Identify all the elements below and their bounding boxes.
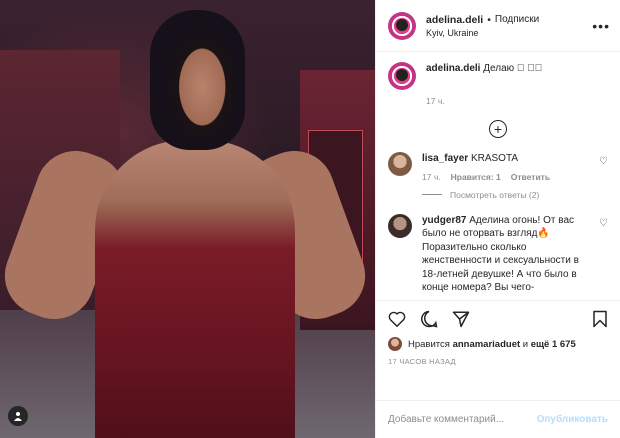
posted-time: 17 ЧАСОВ НАЗАД: [388, 357, 456, 366]
post-sidebar: adelina.deli • Подписки Kyiv, Ukraine ••…: [375, 0, 620, 438]
caption-text: Делаю ⃝ ⃝⃝: [483, 63, 543, 74]
comment-icon[interactable]: [420, 310, 438, 331]
comment-like-heart-icon[interactable]: ♡: [599, 218, 608, 229]
comments-list: adelina.deli Делаю ⃝ ⃝⃝ 17 ч. + lisa_fay…: [376, 52, 620, 300]
comment-meta: 17 ч. Нравится: 1 Ответить: [422, 172, 550, 182]
comment-item: yudger87 Аделина огонь! От вас было не о…: [388, 213, 608, 295]
likes-user[interactable]: annamariaduet: [453, 339, 521, 350]
post-photo[interactable]: [0, 0, 375, 438]
likes-summary[interactable]: Нравится annamariaduet и ещё 1 675: [388, 337, 608, 351]
view-replies-button[interactable]: Посмотреть ответы (2): [422, 190, 608, 200]
photo-figure-head: [150, 10, 245, 150]
comment-text-block: yudger87 Аделина огонь! От вас было не о…: [422, 214, 608, 295]
view-replies-label: Посмотреть ответы (2): [450, 189, 540, 200]
commenter-avatar[interactable]: [388, 213, 412, 238]
heart-icon[interactable]: [388, 311, 406, 330]
comment-username[interactable]: yudger87: [422, 215, 466, 226]
more-horizontal-icon[interactable]: •••: [592, 18, 610, 34]
caption-text-block: adelina.deli Делаю ⃝ ⃝⃝: [426, 62, 542, 90]
following-button[interactable]: Подписки: [495, 14, 539, 25]
comment-text: KRASOTA: [470, 153, 518, 164]
comment-likes[interactable]: Нравится: 1: [451, 172, 501, 182]
comment-time: 17 ч.: [422, 171, 441, 182]
caption-time: 17 ч.: [426, 96, 445, 106]
post-header: adelina.deli • Подписки Kyiv, Ukraine ••…: [376, 0, 620, 52]
caption-username[interactable]: adelina.deli: [426, 63, 480, 74]
comment-like-heart-icon[interactable]: ♡: [599, 156, 608, 167]
likes-prefix: Нравится: [408, 338, 450, 350]
publish-button[interactable]: Опубликовать: [537, 414, 608, 425]
comment-item: lisa_fayer KRASOTA 17 ч. Нравится: 1 Отв…: [388, 152, 608, 182]
action-icons: [388, 309, 608, 331]
comment-text-block: lisa_fayer KRASOTA: [422, 152, 550, 166]
post-actions: Нравится annamariaduet и ещё 1 675 17 ЧА…: [376, 300, 620, 400]
author-info: adelina.deli • Подписки Kyiv, Ukraine: [426, 14, 539, 38]
liker-avatar: [388, 337, 402, 351]
plus-circle-icon[interactable]: +: [489, 120, 507, 138]
caption-author-avatar[interactable]: [388, 62, 416, 90]
author-row: adelina.deli • Подписки: [426, 14, 539, 26]
comment-username[interactable]: lisa_fayer: [422, 153, 468, 164]
likes-others[interactable]: ещё 1 675: [531, 339, 576, 350]
likes-text: Нравится annamariaduet и ещё 1 675: [408, 339, 576, 350]
photo-figure-body: [95, 140, 295, 438]
add-comment-bar: Опубликовать: [376, 400, 620, 438]
comment-input[interactable]: [388, 414, 528, 425]
comment-body: lisa_fayer KRASOTA 17 ч. Нравится: 1 Отв…: [422, 152, 550, 182]
tagged-user-icon[interactable]: [8, 406, 28, 426]
commenter-avatar[interactable]: [388, 152, 412, 176]
post-location[interactable]: Kyiv, Ukraine: [426, 28, 539, 38]
author-username[interactable]: adelina.deli: [426, 14, 483, 26]
post: adelina.deli • Подписки Kyiv, Ukraine ••…: [0, 0, 620, 438]
separator-dot: •: [487, 13, 491, 26]
author-avatar[interactable]: [388, 11, 416, 40]
reply-button[interactable]: Ответить: [511, 172, 550, 182]
likes-and: и: [522, 338, 529, 350]
share-icon[interactable]: [452, 310, 470, 331]
post-caption: adelina.deli Делаю ⃝ ⃝⃝: [388, 62, 608, 90]
replies-divider: [422, 194, 442, 195]
comment-text: Аделина огонь! От вас было не оторвать в…: [422, 214, 579, 294]
bookmark-icon[interactable]: [592, 310, 608, 331]
